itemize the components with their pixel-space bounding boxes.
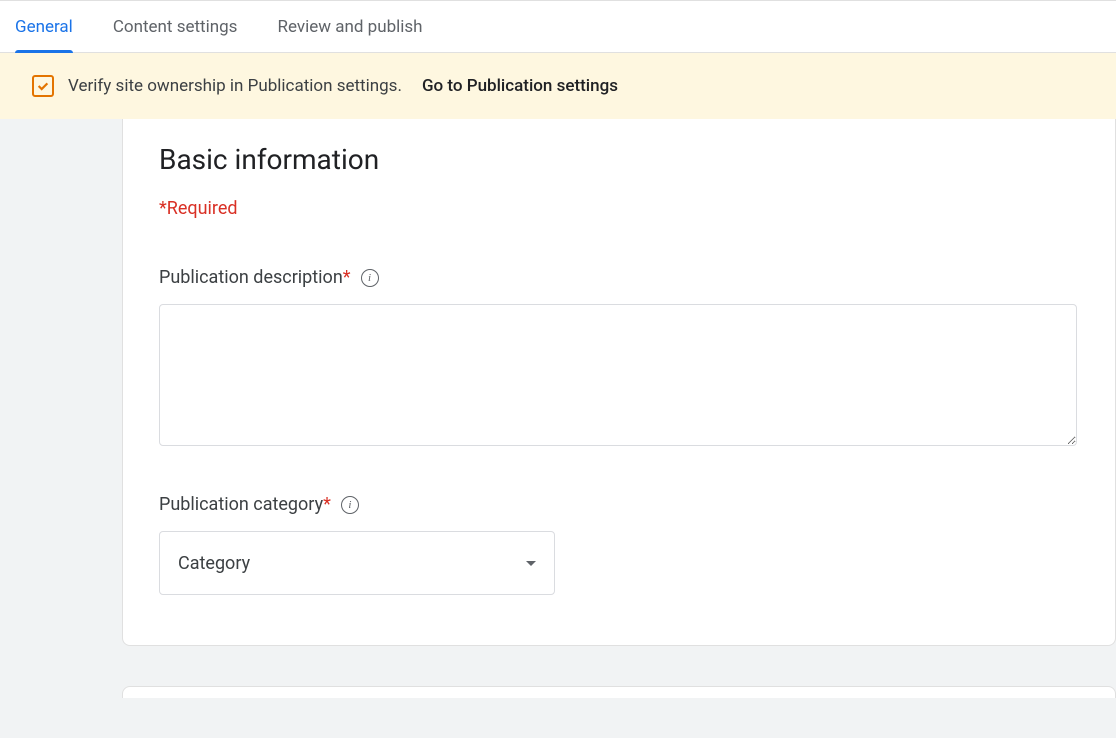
tab-general[interactable]: General xyxy=(15,0,73,53)
select-placeholder: Category xyxy=(178,553,250,574)
banner-link-publication-settings[interactable]: Go to Publication settings xyxy=(422,76,618,96)
publication-description-input[interactable] xyxy=(159,304,1077,446)
verify-banner: Verify site ownership in Publication set… xyxy=(0,53,1116,119)
publication-description-label: Publication description* xyxy=(159,267,351,288)
basic-information-card: Basic information *Required Publication … xyxy=(122,119,1116,646)
chevron-down-icon xyxy=(526,561,536,566)
category-label-row: Publication category* i xyxy=(159,494,1079,515)
publication-category-select[interactable]: Category xyxy=(159,531,555,595)
page-background: Basic information *Required Publication … xyxy=(0,119,1116,738)
info-icon[interactable]: i xyxy=(341,496,359,514)
info-icon[interactable]: i xyxy=(361,269,379,287)
publication-category-label: Publication category* xyxy=(159,494,331,515)
card-title: Basic information xyxy=(159,143,1079,176)
next-card-peek xyxy=(122,686,1116,698)
tab-review-publish[interactable]: Review and publish xyxy=(277,0,422,53)
tab-content-settings[interactable]: Content settings xyxy=(113,0,238,53)
tabs-bar: General Content settings Review and publ… xyxy=(0,0,1116,53)
description-label-row: Publication description* i xyxy=(159,267,1079,288)
required-note: *Required xyxy=(159,198,1079,219)
banner-text: Verify site ownership in Publication set… xyxy=(68,76,402,96)
checkbox-alert-icon xyxy=(32,75,54,97)
